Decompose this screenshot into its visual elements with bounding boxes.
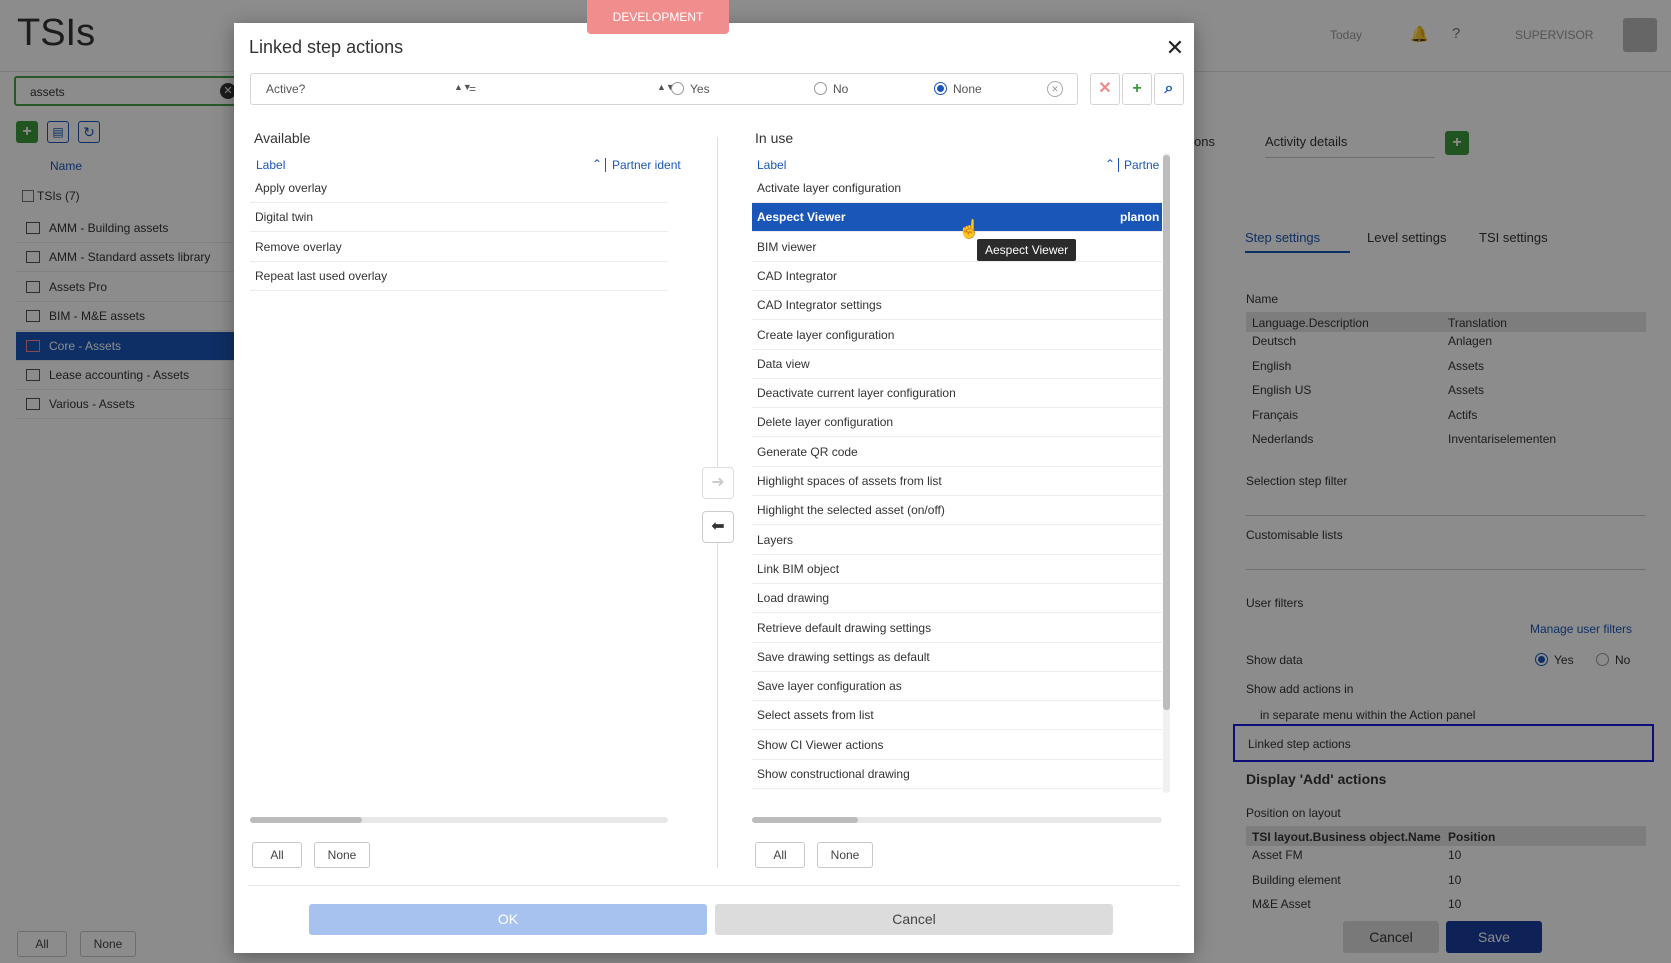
available-row[interactable]: Apply overlay bbox=[250, 174, 668, 203]
divider-lower bbox=[717, 543, 718, 868]
in-use-none-button[interactable]: None bbox=[817, 842, 873, 868]
available-col-partner[interactable]: Partner ident bbox=[612, 158, 681, 172]
in-use-row[interactable]: Link BIM object bbox=[752, 555, 1162, 584]
available-title: Available bbox=[254, 130, 311, 146]
in-use-row-label: Activate layer configuration bbox=[757, 181, 902, 195]
in-use-row-label: Aespect Viewer bbox=[757, 210, 846, 225]
filter-operator-select[interactable]: = bbox=[469, 82, 476, 96]
in-use-row[interactable]: CAD Integrator bbox=[752, 262, 1162, 291]
in-use-row-partner: planon bbox=[1120, 210, 1160, 225]
tooltip: Aespect Viewer bbox=[977, 239, 1077, 261]
available-row[interactable]: Remove overlay bbox=[250, 233, 668, 262]
in-use-row[interactable]: Load drawing bbox=[752, 584, 1162, 614]
filter-option-no[interactable]: No bbox=[814, 82, 848, 96]
move-left-icon[interactable]: ⬅ bbox=[702, 511, 734, 543]
pointer-cursor-icon: ☝ bbox=[958, 219, 981, 239]
in-use-row[interactable]: Select assets from list bbox=[752, 701, 1162, 731]
filter-none-label: None bbox=[953, 82, 982, 96]
in-use-row-label: Show CI Viewer actions bbox=[757, 737, 884, 752]
in-use-col-divider bbox=[1118, 158, 1119, 172]
radio-filter-none[interactable] bbox=[934, 82, 947, 95]
available-row[interactable]: Digital twin bbox=[250, 203, 668, 233]
available-none-button[interactable]: None bbox=[314, 842, 370, 868]
in-use-row-label: Show constructional drawing bbox=[757, 767, 910, 781]
in-use-row[interactable]: Aespect Viewer planon bbox=[752, 203, 1162, 233]
in-use-row-label: CAD Integrator bbox=[757, 268, 838, 283]
move-right-icon[interactable]: ➜ bbox=[702, 467, 734, 499]
available-hscroll[interactable] bbox=[250, 817, 668, 823]
in-use-col-label[interactable]: Label bbox=[757, 158, 786, 172]
filter-option-yes[interactable]: Yes bbox=[671, 82, 710, 96]
filter-field-select[interactable]: Active? bbox=[266, 82, 305, 96]
available-hscroll-thumb[interactable] bbox=[250, 817, 362, 823]
available-col-label[interactable]: Label bbox=[256, 158, 285, 172]
in-use-row[interactable]: Generate QR code bbox=[752, 438, 1162, 467]
in-use-all-button[interactable]: All bbox=[755, 842, 805, 868]
in-use-row-label: Data view bbox=[757, 356, 810, 371]
in-use-title: In use bbox=[755, 130, 794, 146]
in-use-row-label: Highlight the selected asset (on/off) bbox=[757, 503, 945, 518]
remove-filter-icon[interactable]: ✕ bbox=[1090, 73, 1120, 105]
in-use-row-label: Create layer configuration bbox=[757, 327, 895, 342]
add-filter-icon[interactable]: + bbox=[1122, 73, 1152, 105]
in-use-row-label: BIM viewer bbox=[757, 239, 817, 254]
in-use-row-label: Load drawing bbox=[757, 591, 830, 606]
filter-yes-label: Yes bbox=[690, 82, 710, 96]
in-use-row[interactable]: CAD Integrator settings bbox=[752, 291, 1162, 321]
col-divider bbox=[605, 158, 606, 172]
available-row[interactable]: Repeat last used overlay bbox=[250, 262, 668, 291]
in-use-vscroll[interactable] bbox=[1163, 153, 1170, 793]
in-use-row[interactable]: Create layer configuration bbox=[752, 321, 1162, 350]
in-use-row-label: Generate QR code bbox=[757, 444, 858, 459]
filter-option-none[interactable]: None bbox=[934, 82, 982, 96]
in-use-row[interactable]: Retrieve default drawing settings bbox=[752, 614, 1162, 643]
in-use-row[interactable]: Deactivate current layer configuration bbox=[752, 379, 1162, 409]
in-use-row[interactable]: Save drawing settings as default bbox=[752, 643, 1162, 672]
in-use-sort-asc-icon[interactable]: ⌃ bbox=[1105, 157, 1115, 171]
filter-bar: Active? ▲▼ = ▲▼ Yes No None ✕ bbox=[250, 73, 1078, 105]
in-use-row[interactable]: Show CI Viewer actions bbox=[752, 731, 1162, 760]
in-use-vscroll-thumb[interactable] bbox=[1163, 155, 1170, 710]
in-use-row[interactable]: Data view bbox=[752, 350, 1162, 379]
in-use-row[interactable]: Delete layer configuration bbox=[752, 408, 1162, 438]
in-use-row-label: CAD Integrator settings bbox=[757, 298, 882, 313]
in-use-row-label: Highlight spaces of assets from list bbox=[757, 474, 942, 488]
in-use-row[interactable]: Activate layer configuration bbox=[752, 174, 1162, 203]
in-use-row-label: Select assets from list bbox=[757, 708, 874, 723]
in-use-row-label: Delete layer configuration bbox=[757, 415, 894, 430]
in-use-row[interactable]: Show constructional drawing bbox=[752, 760, 1162, 789]
dialog-title: Linked step actions bbox=[249, 37, 404, 57]
in-use-row[interactable]: BIM viewer bbox=[752, 233, 1162, 262]
radio-filter-no[interactable] bbox=[814, 82, 827, 95]
search-icon[interactable]: ⌕ bbox=[1154, 73, 1184, 105]
in-use-hscroll-thumb[interactable] bbox=[752, 817, 858, 823]
in-use-col-partner[interactable]: Partne bbox=[1124, 158, 1159, 172]
cancel-button[interactable]: Cancel bbox=[715, 904, 1113, 935]
in-use-row-label: Save drawing settings as default bbox=[757, 649, 930, 664]
in-use-row[interactable]: Highlight spaces of assets from list bbox=[752, 467, 1162, 496]
in-use-row-label: Layers bbox=[757, 532, 794, 547]
radio-filter-yes[interactable] bbox=[671, 82, 684, 95]
in-use-row[interactable]: Layers bbox=[752, 526, 1162, 555]
available-all-button[interactable]: All bbox=[252, 842, 302, 868]
linked-step-actions-dialog: Linked step actions ✕ Active? ▲▼ = ▲▼ Ye… bbox=[234, 23, 1194, 953]
in-use-row-label: Link BIM object bbox=[757, 561, 840, 576]
in-use-row[interactable]: Highlight the selected asset (on/off) bbox=[752, 496, 1162, 526]
sort-asc-icon[interactable]: ⌃ bbox=[592, 157, 602, 171]
filter-no-label: No bbox=[833, 82, 849, 96]
footer-divider bbox=[248, 885, 1180, 886]
in-use-row[interactable]: Save layer configuration as bbox=[752, 672, 1162, 702]
in-use-row-label: Save layer configuration as bbox=[757, 679, 902, 694]
in-use-hscroll[interactable] bbox=[752, 817, 1162, 823]
close-icon[interactable]: ✕ bbox=[1164, 37, 1186, 59]
ok-button[interactable]: OK bbox=[309, 904, 707, 935]
clear-filter-icon[interactable]: ✕ bbox=[1047, 81, 1063, 97]
in-use-row-label: Deactivate current layer configuration bbox=[757, 386, 956, 401]
divider-upper bbox=[717, 137, 718, 467]
development-badge: DEVELOPMENT bbox=[587, 0, 729, 34]
in-use-row-label: Retrieve default drawing settings bbox=[757, 620, 932, 635]
